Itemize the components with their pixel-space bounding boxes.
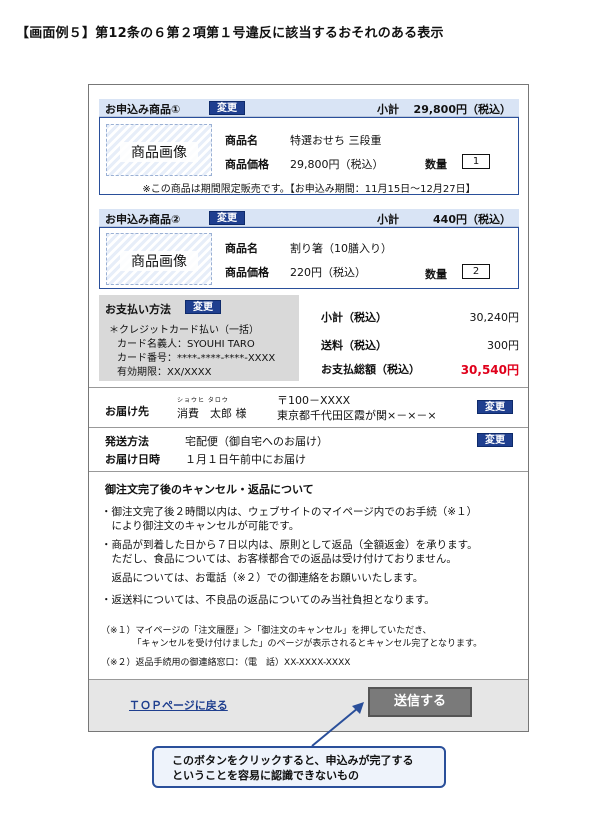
callout-arrow: [311, 702, 364, 747]
callout-arrow-line: [311, 707, 359, 747]
callout-line-2: ということを容易に認識できないもの: [172, 769, 359, 782]
callout-line-1: このボタンをクリックすると、申込みが完了する: [172, 754, 414, 767]
callout-note: このボタンをクリックすると、申込みが完了する ということを容易に認識できないもの: [152, 746, 446, 788]
